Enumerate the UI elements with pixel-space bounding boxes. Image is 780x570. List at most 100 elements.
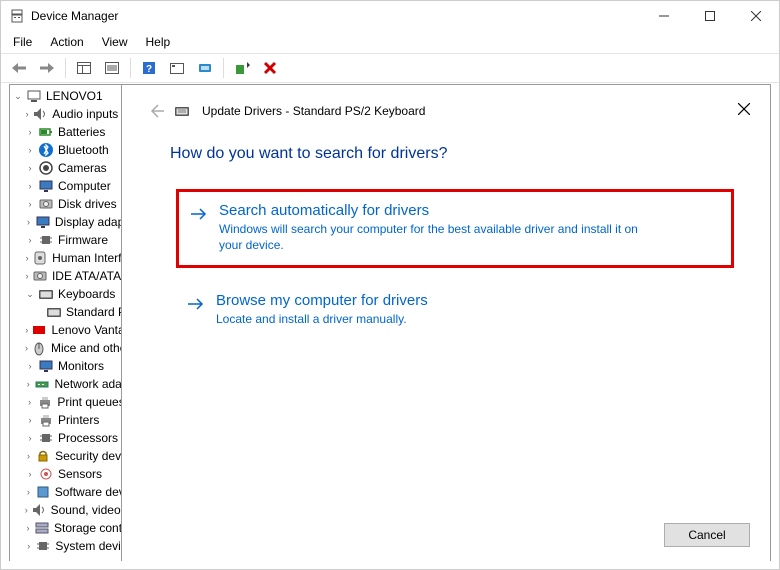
arrow-right-icon [186,294,206,314]
tree-item[interactable]: ›Security devices [10,447,121,465]
expand-icon[interactable]: › [24,522,32,534]
tree-item[interactable]: ›Monitors [10,357,121,375]
expand-icon[interactable]: › [24,252,30,264]
close-button[interactable] [733,1,779,31]
tree-item[interactable]: › System devices [10,537,121,555]
tree-label: Software devices [55,485,121,499]
tree-label: IDE ATA/ATAPI controllers [52,269,121,283]
expand-icon[interactable]: › [24,396,35,408]
wizard-back-button[interactable] [146,101,166,121]
tree-item[interactable]: ›Sound, video and game controllers [10,501,121,519]
collapse-icon[interactable]: ⌄ [12,90,24,102]
expand-icon[interactable]: › [24,432,36,444]
expand-icon[interactable]: › [24,216,33,228]
expand-icon[interactable]: › [24,126,36,138]
tree-item[interactable]: Standard PS/2 Keyboard [10,303,121,321]
menu-help[interactable]: Help [138,33,179,51]
expand-icon[interactable]: › [24,486,33,498]
device-manager-window: Device Manager File Action View Help ? ⌄… [0,0,780,570]
arrow-right-icon [189,204,209,224]
wizard-footer: Cancel [664,523,750,547]
wizard-close-button[interactable] [734,99,754,119]
tree-item[interactable]: ›Storage controllers [10,519,121,537]
tree-label: Bluetooth [58,143,109,157]
lenovo-icon [31,322,47,338]
tree-item[interactable]: ›Network adapters [10,375,121,393]
option-browse-computer[interactable]: Browse my computer for drivers Locate an… [176,282,734,339]
expand-icon[interactable]: › [24,414,36,426]
device-tree[interactable]: ⌄ LENOVO1 › Audio inputs and outputs › Batter… [9,84,121,561]
keyboard-icon [46,304,62,320]
speaker-icon [31,502,47,518]
expand-icon[interactable]: › [24,144,36,156]
show-hide-tree-button[interactable] [72,56,96,80]
software-icon [35,484,51,500]
cancel-button[interactable]: Cancel [664,523,750,547]
forward-button[interactable] [35,56,59,80]
menubar: File Action View Help [1,31,779,53]
scan-hardware-button[interactable] [193,56,217,80]
menu-view[interactable]: View [94,33,136,51]
maximize-button[interactable] [687,1,733,31]
monitor-icon [38,358,54,374]
tree-root[interactable]: ⌄ LENOVO1 [10,87,121,105]
tree-label: Audio inputs and outputs [52,107,121,121]
tree-item[interactable]: ›Printers [10,411,121,429]
expand-icon[interactable]: › [24,450,33,462]
option-description: Windows will search your computer for th… [219,221,649,253]
uninstall-device-button[interactable] [258,56,282,80]
tree-item[interactable]: ›Lenovo Vantage Component [10,321,121,339]
expand-icon[interactable]: › [24,180,36,192]
tree-item[interactable]: › Firmware [10,231,121,249]
expand-icon[interactable]: › [24,270,30,282]
expand-icon[interactable]: › [24,198,36,210]
expand-icon[interactable]: › [24,234,36,246]
tree-label: Disk drives [58,197,117,211]
bluetooth-icon [38,142,54,158]
tree-item[interactable]: › Disk drives [10,195,121,213]
tree-item[interactable]: ›Sensors [10,465,121,483]
option-search-automatically[interactable]: Search automatically for drivers Windows… [176,189,734,268]
tree-item[interactable]: › Audio inputs and outputs [10,105,121,123]
tree-item[interactable]: ›Cameras [10,159,121,177]
minimize-button[interactable] [641,1,687,31]
expand-icon[interactable]: › [24,468,36,480]
properties-button[interactable] [100,56,124,80]
expand-icon[interactable]: › [24,324,29,336]
action-toolbar-button[interactable] [165,56,189,80]
keyboard-icon [174,103,190,119]
expand-icon[interactable]: › [24,108,30,120]
tree-item[interactable]: › Batteries [10,123,121,141]
menu-action[interactable]: Action [42,33,91,51]
tree-label: Firmware [58,233,108,247]
menu-file[interactable]: File [5,33,40,51]
tree-item[interactable]: ›Human Interface Devices [10,249,121,267]
tree-item[interactable]: ›Display adapters [10,213,121,231]
back-button[interactable] [7,56,31,80]
toolbar: ? [1,53,779,83]
tree-label: LENOVO1 [46,89,103,103]
tree-item[interactable]: ›Print queues [10,393,121,411]
security-icon [35,448,51,464]
tree-item[interactable]: › Computer [10,177,121,195]
tree-item[interactable]: › Software devices [10,483,121,501]
tree-label: Computer [58,179,111,193]
expand-icon[interactable]: › [24,162,36,174]
tree-item[interactable]: ›Processors [10,429,121,447]
help-button[interactable]: ? [137,56,161,80]
expand-icon[interactable]: ⌄ [24,288,36,300]
tree-item[interactable]: ⌄Keyboards [10,285,121,303]
tree-item[interactable]: › IDE ATA/ATAPI controllers [10,267,121,285]
tree-item[interactable]: ›Mice and other pointing devices [10,339,121,357]
tree-item[interactable]: › Bluetooth [10,141,121,159]
update-driver-button[interactable] [230,56,254,80]
expand-icon[interactable]: › [24,360,36,372]
expand-icon[interactable]: › [24,378,32,390]
wizard-question: How do you want to search for drivers? [170,145,746,163]
tree-label: System devices [55,539,121,553]
toolbar-separator [223,58,224,78]
tree-label: Batteries [58,125,105,139]
expand-icon[interactable]: › [24,342,29,354]
expand-icon[interactable]: › [24,504,29,516]
expand-icon[interactable]: › [24,540,33,552]
